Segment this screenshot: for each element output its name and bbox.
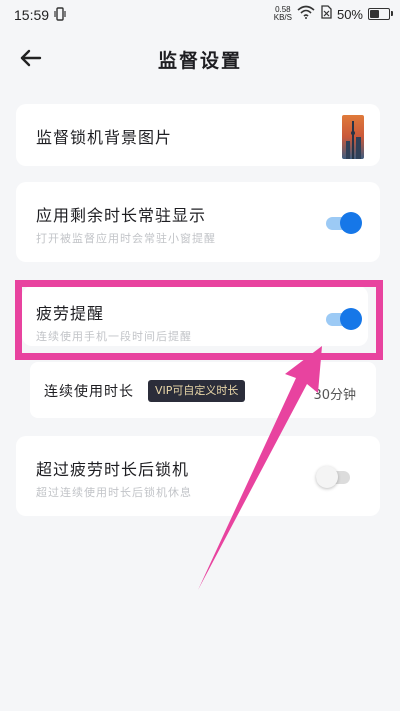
lock-after-fatigue-subtitle: 超过连续使用时长后锁机休息 [36,486,192,499]
continuous-duration-value[interactable]: 30分钟 [313,384,356,403]
battery-percent: 50% [336,6,363,22]
lock-after-fatigue-setting: 超过疲劳时长后锁机 超过连续使用时长后锁机休息 [16,436,380,516]
app-time-display-setting: 应用剩余时长常驻显示 打开被监督应用时会常驻小窗提醒 [16,182,380,262]
status-bar: 15:59 0.58 KB/S 50% [0,0,400,30]
fatigue-reminder-toggle[interactable] [326,308,362,330]
vibrate-icon [54,6,66,26]
lock-background-title: 监督锁机背景图片 [36,128,173,147]
lock-background-setting[interactable]: 监督锁机背景图片 [16,104,380,166]
fatigue-reminder-setting: 疲劳提醒 连续使用手机一段时间后提醒 [22,286,368,346]
fatigue-reminder-subtitle: 连续使用手机一段时间后提醒 [36,330,192,343]
header: 监督设置 [0,36,400,80]
background-thumbnail[interactable] [342,115,364,159]
battery-icon [368,8,393,20]
net-speed-unit: KB/S [273,13,292,22]
status-icons: 0.58 KB/S 50% [274,4,393,24]
fatigue-reminder-title: 疲劳提醒 [36,304,105,323]
app-time-display-subtitle: 打开被监督应用时会常驻小窗提醒 [36,232,216,245]
page-title: 监督设置 [157,50,242,72]
status-time: 15:59 [14,7,50,23]
battery-fill [370,10,379,18]
back-button[interactable] [16,44,48,72]
no-sim-icon [320,5,332,23]
vip-custom-duration-badge[interactable]: VIP可自定义时长 [148,380,246,402]
lock-after-fatigue-title: 超过疲劳时长后锁机 [36,460,190,479]
continuous-duration-label: 连续使用时长 [44,384,134,400]
city-skyline-image [342,115,364,159]
app-time-display-title: 应用剩余时长常驻显示 [36,206,207,225]
lock-after-fatigue-toggle[interactable] [316,466,352,488]
net-speed: 0.58 KB/S [274,6,292,22]
app-time-display-toggle[interactable] [326,212,362,234]
back-arrow-icon [20,49,42,67]
wifi-icon [297,5,315,23]
